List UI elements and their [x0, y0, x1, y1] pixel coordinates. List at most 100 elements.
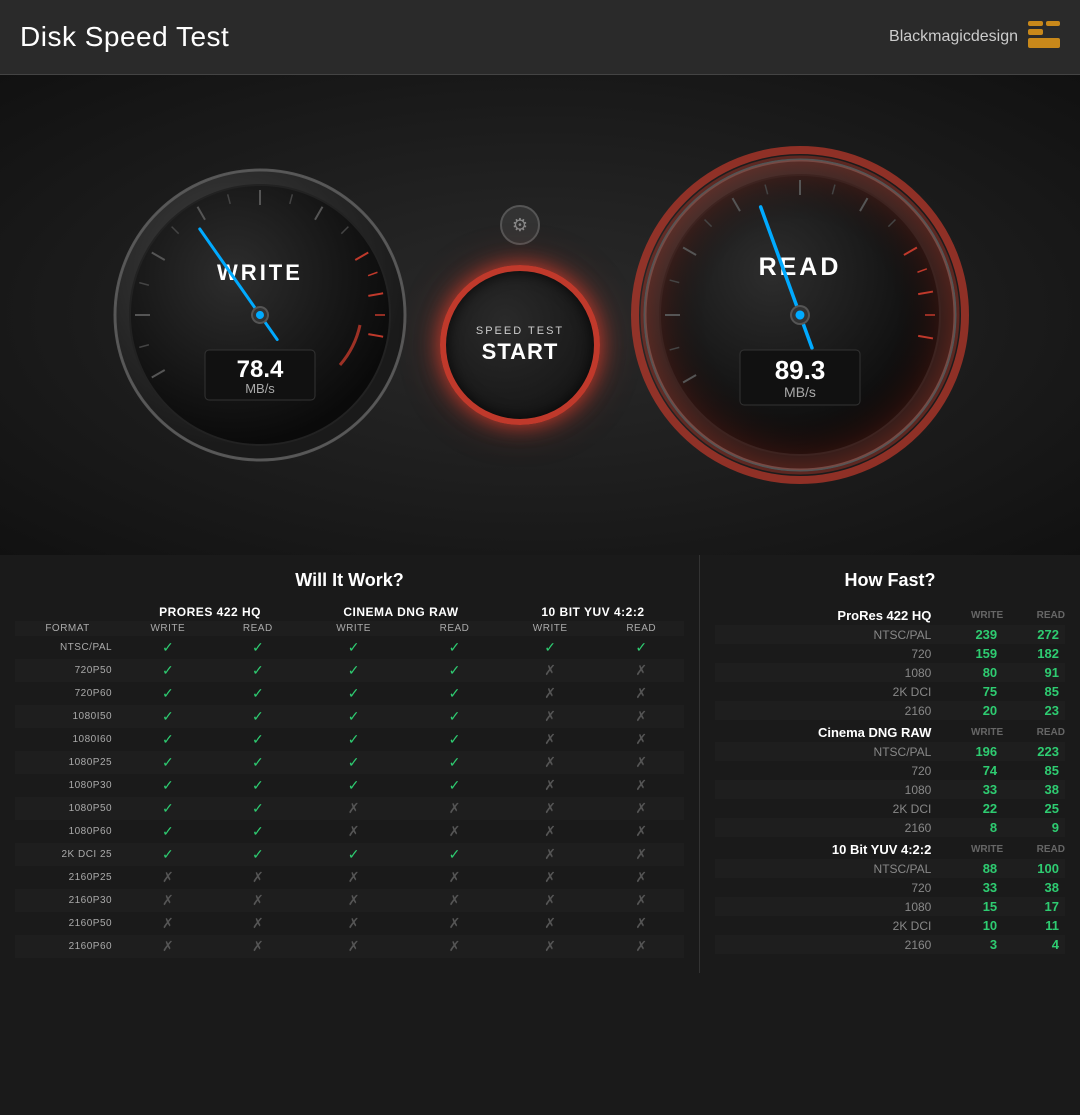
- hf-label: 2K DCI: [715, 799, 941, 818]
- check-cell: ✓: [300, 705, 407, 728]
- hf-read: 4: [1003, 935, 1065, 954]
- start-button[interactable]: SPEED TEST START: [440, 265, 600, 425]
- check-cell: ✗: [502, 820, 599, 843]
- check-cell: ✗: [502, 682, 599, 705]
- cdng-write-header: WRITE: [300, 621, 407, 636]
- hf-read: 38: [1003, 878, 1065, 897]
- check-cell: ✓: [598, 636, 684, 659]
- hf-label: 2160: [715, 818, 941, 837]
- hf-read: 272: [1003, 625, 1065, 644]
- read-value: 89.3: [775, 355, 826, 385]
- write-gauge: WRITE 78.4 MB/s: [110, 165, 410, 465]
- write-gauge-container: WRITE 78.4 MB/s: [110, 165, 410, 465]
- check-cell: ✓: [216, 728, 301, 751]
- check-cell: ✗: [598, 797, 684, 820]
- format-col-header: FORMAT: [15, 621, 120, 636]
- check-cell: ✗: [407, 797, 502, 820]
- check-cell: ✗: [598, 912, 684, 935]
- hf-write: 80: [941, 663, 1003, 682]
- check-cell: ✗: [300, 889, 407, 912]
- check-cell: ✓: [407, 751, 502, 774]
- hf-section-header: 10 Bit YUV 4:2:2WRITEREAD: [715, 837, 1065, 859]
- check-cell: ✗: [300, 866, 407, 889]
- hf-read: 23: [1003, 701, 1065, 720]
- hf-label: NTSC/PAL: [715, 625, 941, 644]
- hf-write: 74: [941, 761, 1003, 780]
- check-cell: ✗: [300, 797, 407, 820]
- check-cell: ✗: [300, 912, 407, 935]
- table-row: 1080i50✓✓✓✓✗✗: [15, 705, 684, 728]
- check-cell: ✗: [598, 682, 684, 705]
- hf-read: 85: [1003, 682, 1065, 701]
- check-cell: ✓: [300, 636, 407, 659]
- app-title: Disk Speed Test: [20, 21, 229, 53]
- check-cell: ✓: [120, 728, 215, 751]
- write-col-header: WRITE: [941, 603, 1003, 625]
- hf-data-row: 216089: [715, 818, 1065, 837]
- format-cell: 2160p50: [15, 912, 120, 935]
- check-cell: ✗: [120, 935, 215, 958]
- table-row: 2160p30✗✗✗✗✗✗: [15, 889, 684, 912]
- hf-data-row: 2K DCI1011: [715, 916, 1065, 935]
- check-cell: ✓: [407, 705, 502, 728]
- check-cell: ✓: [120, 797, 215, 820]
- hf-read: 91: [1003, 663, 1065, 682]
- hf-write: 22: [941, 799, 1003, 818]
- hf-read: 25: [1003, 799, 1065, 818]
- hf-write: 33: [941, 878, 1003, 897]
- hf-data-row: 2K DCI7585: [715, 682, 1065, 701]
- hf-label: 2160: [715, 701, 941, 720]
- check-cell: ✓: [407, 636, 502, 659]
- check-cell: ✗: [598, 751, 684, 774]
- yuv-header: 10 Bit YUV 4:2:2: [502, 603, 684, 621]
- check-cell: ✓: [216, 820, 301, 843]
- check-cell: ✗: [216, 889, 301, 912]
- check-cell: ✗: [598, 866, 684, 889]
- read-unit: MB/s: [784, 384, 816, 400]
- table-row: 1080p50✓✓✗✗✗✗: [15, 797, 684, 820]
- hf-section-header: ProRes 422 HQWRITEREAD: [715, 603, 1065, 625]
- check-cell: ✓: [300, 728, 407, 751]
- check-cell: ✗: [300, 820, 407, 843]
- format-cell: 720p50: [15, 659, 120, 682]
- hf-label: 720: [715, 878, 941, 897]
- hf-label: 1080: [715, 780, 941, 799]
- hf-read: 182: [1003, 644, 1065, 663]
- hf-read: 38: [1003, 780, 1065, 799]
- table-row: NTSC/PAL✓✓✓✓✓✓: [15, 636, 684, 659]
- read-col-header: READ: [1003, 720, 1065, 742]
- check-cell: ✗: [216, 866, 301, 889]
- will-it-work-table: ProRes 422 HQ Cinema DNG RAW 10 Bit YUV …: [15, 603, 684, 958]
- check-cell: ✗: [120, 889, 215, 912]
- check-cell: ✗: [120, 912, 215, 935]
- hf-section-name: Cinema DNG RAW: [715, 720, 941, 742]
- table-row: 2160p50✗✗✗✗✗✗: [15, 912, 684, 935]
- svg-text:READ: READ: [759, 253, 842, 281]
- write-col-header: WRITE: [941, 837, 1003, 859]
- check-cell: ✓: [300, 682, 407, 705]
- will-it-work-panel: Will It Work? ProRes 422 HQ Cinema DNG R…: [0, 555, 700, 973]
- check-cell: ✗: [300, 935, 407, 958]
- cdng-header: Cinema DNG RAW: [300, 603, 502, 621]
- hf-section-name: ProRes 422 HQ: [715, 603, 941, 625]
- check-cell: ✗: [502, 751, 599, 774]
- check-cell: ✗: [502, 728, 599, 751]
- prores-read-header: READ: [216, 621, 301, 636]
- table-row: 1080p60✓✓✗✗✗✗: [15, 820, 684, 843]
- check-cell: ✗: [216, 935, 301, 958]
- check-cell: ✓: [502, 636, 599, 659]
- check-cell: ✓: [300, 659, 407, 682]
- check-cell: ✗: [407, 889, 502, 912]
- read-gauge-container: READ 89.3 MB/s: [630, 145, 970, 485]
- hf-data-row: 7207485: [715, 761, 1065, 780]
- check-cell: ✗: [502, 935, 599, 958]
- settings-button[interactable]: ⚙: [500, 205, 540, 245]
- speed-test-label: SPEED TEST: [476, 325, 564, 337]
- check-cell: ✗: [598, 820, 684, 843]
- hf-label: 1080: [715, 663, 941, 682]
- cdng-read-header: READ: [407, 621, 502, 636]
- hf-read: 223: [1003, 742, 1065, 761]
- brand-area: Blackmagicdesign: [889, 21, 1060, 53]
- will-it-work-title: Will It Work?: [15, 570, 684, 591]
- format-cell: 1080p25: [15, 751, 120, 774]
